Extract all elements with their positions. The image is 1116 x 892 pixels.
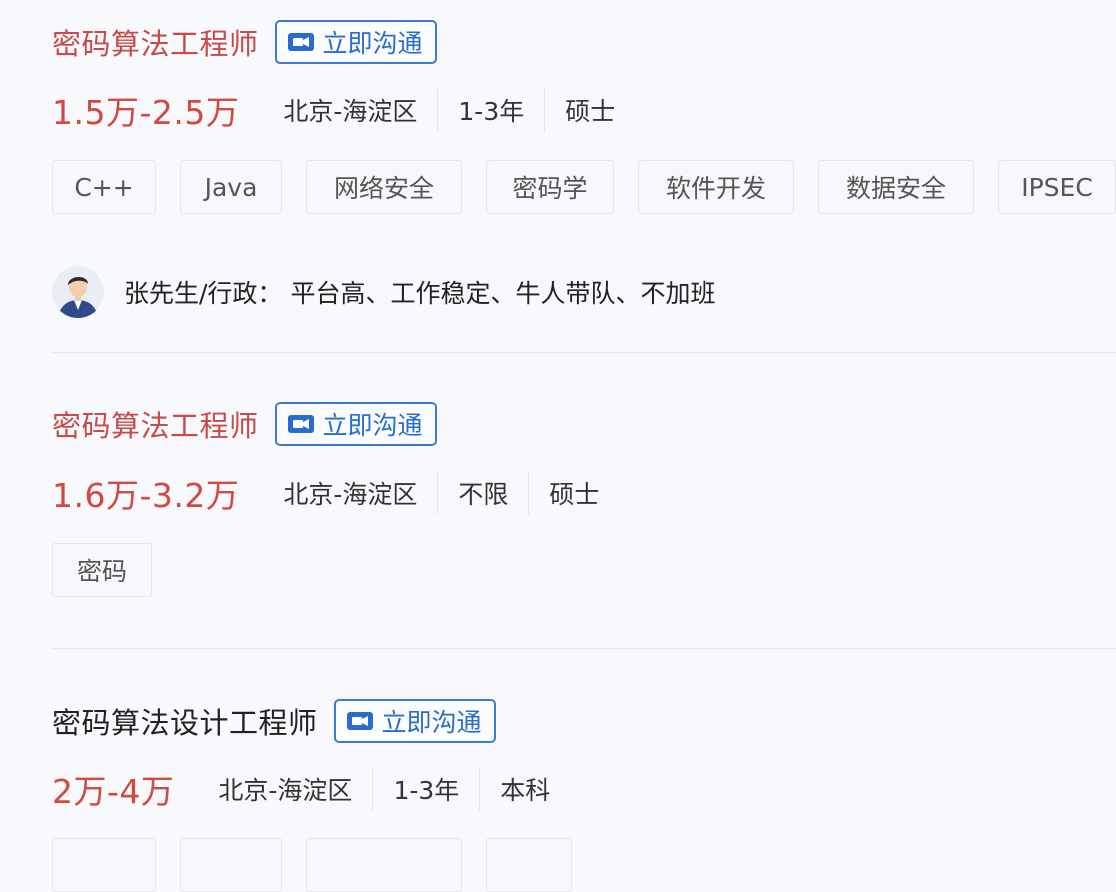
experience: 1-3年 xyxy=(458,97,525,126)
chat-now-button[interactable]: 立即沟通 xyxy=(333,699,496,743)
skill-tag[interactable]: Java xyxy=(180,160,282,214)
skill-tag[interactable]: 密码 xyxy=(52,543,152,597)
location: 北京-海淀区 xyxy=(283,97,418,126)
card-divider xyxy=(52,352,1116,353)
tag-row-clipped xyxy=(52,838,572,892)
divider xyxy=(372,768,374,810)
skill-tag[interactable]: 数据安全 xyxy=(818,160,974,214)
chat-now-label: 立即沟通 xyxy=(322,411,423,440)
skill-tag[interactable] xyxy=(52,838,156,892)
location: 北京-海淀区 xyxy=(283,480,418,509)
location: 北京-海淀区 xyxy=(218,776,353,805)
divider xyxy=(437,472,439,514)
card-divider xyxy=(52,648,1116,649)
skill-tag[interactable] xyxy=(486,838,572,892)
job-title[interactable]: 密码算法设计工程师 xyxy=(52,700,318,742)
job-title[interactable]: 密码算法工程师 xyxy=(52,403,259,445)
experience: 不限 xyxy=(458,480,509,509)
job-card-1[interactable]: 密码算法工程师 立即沟通 1.5万-2.5万 北京-海淀区 1-3年 硕士 C+… xyxy=(0,0,1116,350)
skill-tag[interactable]: 网络安全 xyxy=(306,160,462,214)
salary: 1.6万-3.2万 xyxy=(52,476,240,515)
chat-now-button[interactable]: 立即沟通 xyxy=(274,402,437,446)
skill-tag[interactable]: C++ xyxy=(52,160,156,214)
video-chat-icon xyxy=(346,712,373,730)
chat-now-button[interactable]: 立即沟通 xyxy=(274,20,437,64)
divider xyxy=(479,768,481,810)
avatar[interactable] xyxy=(52,266,104,318)
degree: 硕士 xyxy=(565,97,616,126)
degree: 硕士 xyxy=(549,480,600,509)
skill-tag[interactable] xyxy=(306,838,462,892)
chat-now-label: 立即沟通 xyxy=(322,29,423,58)
recruiter-name: 张先生/行政： xyxy=(124,279,283,308)
job-benefits: 平台高、工作稳定、牛人带队、不加班 xyxy=(290,279,716,308)
divider xyxy=(437,89,439,131)
skill-tag[interactable]: 软件开发 xyxy=(638,160,794,214)
job-title[interactable]: 密码算法工程师 xyxy=(52,21,259,63)
experience: 1-3年 xyxy=(393,776,460,805)
chat-now-label: 立即沟通 xyxy=(381,708,482,737)
video-chat-icon xyxy=(287,33,314,51)
video-chat-icon xyxy=(287,415,314,433)
degree: 本科 xyxy=(500,776,551,805)
skill-tag[interactable]: IPSEC xyxy=(998,160,1116,214)
divider xyxy=(528,472,530,514)
skill-tag[interactable] xyxy=(180,838,282,892)
salary: 1.5万-2.5万 xyxy=(52,93,240,132)
divider xyxy=(544,89,546,131)
salary: 2万-4万 xyxy=(52,772,175,811)
skill-tag[interactable]: 密码学 xyxy=(486,160,614,214)
